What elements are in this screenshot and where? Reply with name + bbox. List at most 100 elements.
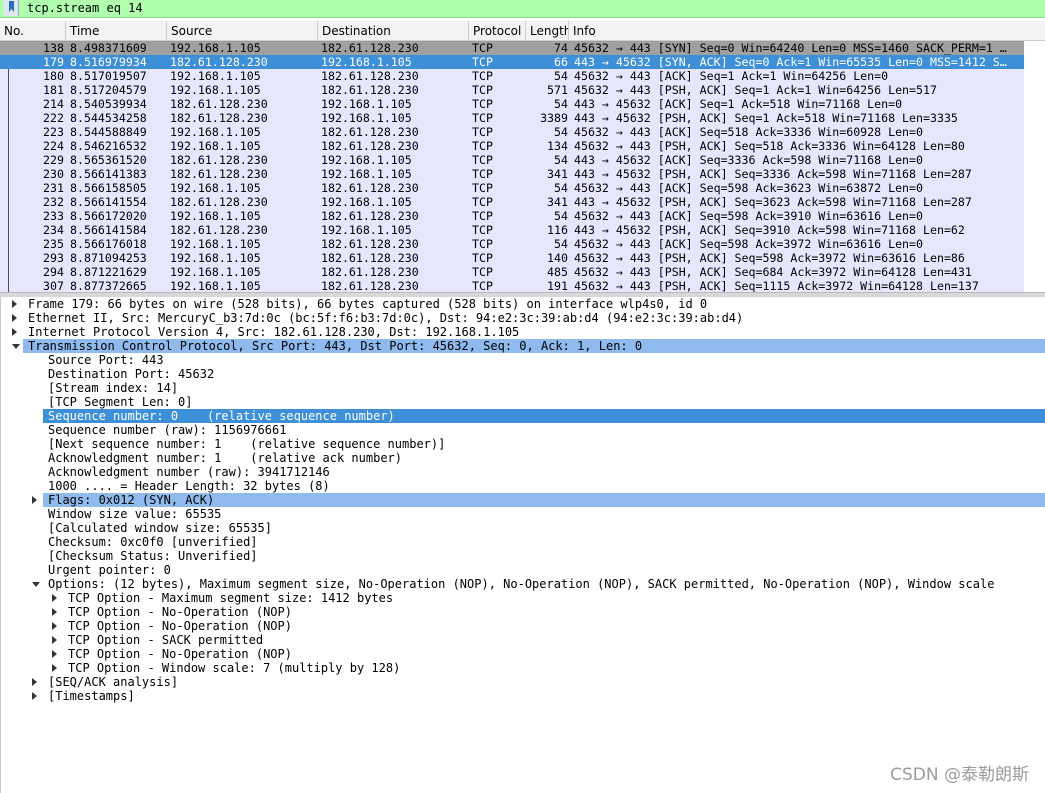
packet-cell-source: 192.168.1.105 — [170, 69, 261, 83]
detail-row[interactable]: Internet Protocol Version 4, Src: 182.61… — [3, 325, 1045, 339]
packet-cell-destination: 192.168.1.105 — [321, 153, 412, 167]
detail-row[interactable]: Window size value: 65535 — [3, 507, 1045, 521]
detail-row[interactable]: Checksum: 0xc0f0 [unverified] — [3, 535, 1045, 549]
collapsed-arrow-icon[interactable] — [52, 594, 57, 602]
detail-row[interactable]: Ethernet II, Src: MercuryC_b3:7d:0c (bc:… — [3, 311, 1045, 325]
packet-row[interactable]: 230 8.566141383 182.61.128.230 192.168.1.10… — [0, 167, 1045, 181]
packet-row[interactable]: 231 8.566158505 192.168.1.105 182.61.128.23… — [0, 181, 1045, 195]
packet-cell-no: 293 — [43, 251, 64, 265]
column-header-no[interactable]: No. — [0, 21, 66, 40]
packet-row[interactable]: 233 8.566172020 192.168.1.105 182.61.128.23… — [0, 209, 1045, 223]
detail-row[interactable]: [TCP Segment Len: 0] — [3, 395, 1045, 409]
collapsed-arrow-icon[interactable] — [12, 328, 17, 336]
packet-cell-protocol: TCP — [472, 41, 493, 55]
detail-row[interactable]: [SEQ/ACK analysis] — [3, 675, 1045, 689]
detail-row[interactable]: Transmission Control Protocol, Src Port:… — [12, 339, 1045, 353]
packet-list-scrollbar[interactable] — [1024, 41, 1045, 292]
detail-row[interactable]: Source Port: 443 — [3, 353, 1045, 367]
collapsed-arrow-icon[interactable] — [52, 664, 57, 672]
packet-row[interactable]: 294 8.871221629 192.168.1.105 182.61.128.23… — [0, 265, 1045, 279]
detail-field-text: TCP Option - No-Operation (NOP) — [68, 647, 292, 661]
packet-cell-protocol: TCP — [472, 265, 493, 279]
detail-row[interactable]: Flags: 0x012 (SYN, ACK) — [32, 493, 1045, 507]
collapsed-arrow-icon[interactable] — [52, 636, 57, 644]
expanded-arrow-icon[interactable] — [12, 344, 20, 349]
packet-cell-info: 443 → 45632 [ACK] Seq=1 Ack=518 Win=7116… — [574, 97, 903, 111]
packet-row[interactable]: 229 8.565361520 182.61.128.230 192.168.1.10… — [0, 153, 1045, 167]
packet-row[interactable]: 214 8.540539934 182.61.128.230 192.168.1.10… — [0, 97, 1045, 111]
packet-cell-source: 182.61.128.230 — [170, 153, 268, 167]
packet-row[interactable]: 222 8.544534258 182.61.128.230 192.168.1.10… — [0, 111, 1045, 125]
detail-row[interactable]: Destination Port: 45632 — [3, 367, 1045, 381]
packet-cell-protocol: TCP — [472, 83, 493, 97]
collapsed-arrow-icon[interactable] — [52, 650, 57, 658]
packet-row[interactable]: 293 8.871094253 192.168.1.105 182.61.128.23… — [0, 251, 1045, 265]
detail-row[interactable]: Options: (12 bytes), Maximum segment siz… — [3, 577, 1045, 591]
detail-row[interactable]: Urgent pointer: 0 — [3, 563, 1045, 577]
packet-row[interactable]: 180 8.517019507 192.168.1.105 182.61.128.23… — [0, 69, 1045, 83]
column-header-destination[interactable]: Destination — [318, 21, 469, 40]
detail-row[interactable]: [Stream index: 14] — [3, 381, 1045, 395]
detail-field-text: Options: (12 bytes), Maximum segment siz… — [48, 577, 995, 591]
packet-cell-destination: 182.61.128.230 — [321, 181, 419, 195]
detail-row[interactable]: [Calculated window size: 65535] — [3, 521, 1045, 535]
packet-cell-protocol: TCP — [472, 209, 493, 223]
detail-row[interactable]: TCP Option - No-Operation (NOP) — [3, 647, 1045, 661]
packet-cell-time: 8.498371609 — [70, 41, 147, 55]
packet-row[interactable]: 307 8.877372665 192.168.1.105 182.61.128.23… — [0, 279, 1045, 292]
detail-row-selected[interactable]: Sequence number: 0 (relative sequence nu… — [43, 409, 1045, 423]
detail-row[interactable]: TCP Option - SACK permitted — [3, 633, 1045, 647]
packet-cell-source: 192.168.1.105 — [170, 279, 261, 292]
packet-cell-info: 443 → 45632 [PSH, ACK] Seq=3623 Ack=598 … — [574, 195, 972, 209]
collapsed-arrow-icon[interactable] — [32, 678, 37, 686]
detail-row[interactable]: TCP Option - Maximum segment size: 1412 … — [3, 591, 1045, 605]
packet-cell-time: 8.566141383 — [70, 167, 147, 181]
detail-row[interactable]: 1000 .... = Header Length: 32 bytes (8) — [3, 479, 1045, 493]
packet-row[interactable]: 234 8.566141584 182.61.128.230 192.168.1.10… — [0, 223, 1045, 237]
detail-row[interactable]: TCP Option - Window scale: 7 (multiply b… — [3, 661, 1045, 675]
detail-row[interactable]: TCP Option - No-Operation (NOP) — [3, 605, 1045, 619]
collapsed-arrow-icon[interactable] — [12, 314, 17, 322]
packet-cell-destination: 182.61.128.230 — [321, 125, 419, 139]
detail-row[interactable]: TCP Option - No-Operation (NOP) — [3, 619, 1045, 633]
packet-list[interactable]: No. Time Source Destination Protocol Len… — [0, 21, 1045, 292]
column-header-length[interactable]: Length — [526, 21, 569, 40]
expanded-arrow-icon[interactable] — [32, 582, 40, 587]
detail-row[interactable]: [Next sequence number: 1 (relative seque… — [3, 437, 1045, 451]
packet-row[interactable]: 223 8.544588849 192.168.1.105 182.61.128.23… — [0, 125, 1045, 139]
detail-row[interactable]: Frame 179: 66 bytes on wire (528 bits), … — [3, 297, 1045, 311]
packet-cell-no: 231 — [43, 181, 64, 195]
collapsed-arrow-icon[interactable] — [32, 692, 37, 700]
detail-row[interactable]: Acknowledgment number (raw): 3941712146 — [3, 465, 1045, 479]
packet-row[interactable]: 224 8.546216532 192.168.1.105 182.61.128.23… — [0, 139, 1045, 153]
packet-cell-destination: 192.168.1.105 — [321, 111, 412, 125]
packet-row-selected[interactable]: 179 8.516979934 182.61.128.230 192.168.1.10… — [0, 55, 1045, 69]
packet-row[interactable]: 181 8.517204579 192.168.1.105 182.61.128.23… — [0, 83, 1045, 97]
packet-cell-protocol: TCP — [472, 69, 493, 83]
detail-row[interactable]: Acknowledgment number: 1 (relative ack n… — [3, 451, 1045, 465]
packet-cell-protocol: TCP — [472, 97, 493, 111]
packet-cell-no: 233 — [43, 209, 64, 223]
packet-details-pane[interactable]: Frame 179: 66 bytes on wire (528 bits), … — [0, 297, 1045, 793]
packet-cell-time: 8.566176018 — [70, 237, 147, 251]
display-filter-input[interactable]: tcp.stream eq 14 — [27, 0, 143, 16]
column-header-protocol[interactable]: Protocol — [469, 21, 526, 40]
column-header-source[interactable]: Source — [167, 21, 318, 40]
detail-row[interactable]: [Checksum Status: Unverified] — [3, 549, 1045, 563]
detail-row[interactable]: [Timestamps] — [3, 689, 1045, 703]
packet-row[interactable]: 138 8.498371609 192.168.1.105 182.61.128.23… — [0, 41, 1045, 55]
column-header-info[interactable]: Info — [569, 21, 1045, 40]
collapsed-arrow-icon[interactable] — [52, 622, 57, 630]
detail-row[interactable]: Sequence number (raw): 1156976661 — [3, 423, 1045, 437]
packet-cell-no: 224 — [43, 139, 64, 153]
collapsed-arrow-icon[interactable] — [32, 496, 37, 504]
display-filter-bar[interactable]: tcp.stream eq 14 — [0, 0, 1045, 18]
bookmark-icon[interactable] — [4, 0, 19, 16]
packet-row[interactable]: 232 8.566141554 182.61.128.230 192.168.1.10… — [0, 195, 1045, 209]
collapsed-arrow-icon[interactable] — [12, 300, 17, 308]
packet-cell-source: 182.61.128.230 — [170, 223, 268, 237]
packet-row[interactable]: 235 8.566176018 192.168.1.105 182.61.128.23… — [0, 237, 1045, 251]
packet-cell-length: 54 — [554, 125, 568, 139]
collapsed-arrow-icon[interactable] — [52, 608, 57, 616]
column-header-time[interactable]: Time — [66, 21, 167, 40]
